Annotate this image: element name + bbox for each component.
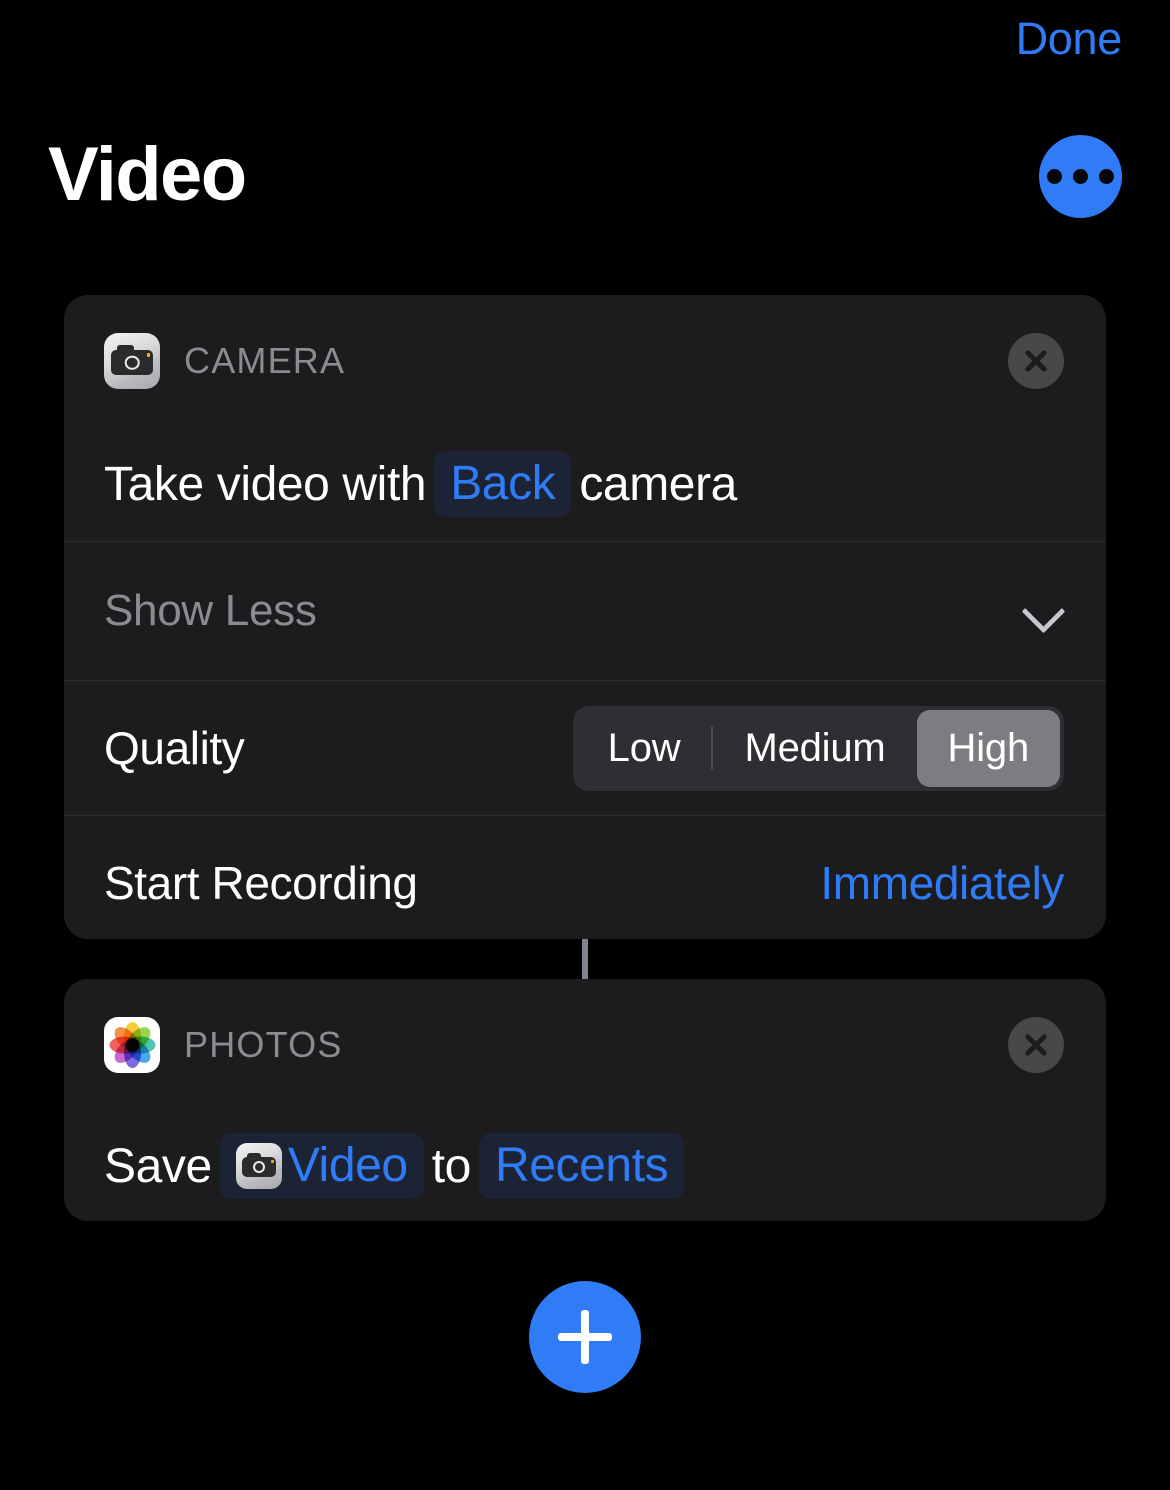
setting-value-start-recording[interactable]: Immediately xyxy=(820,856,1064,910)
segment-low[interactable]: Low xyxy=(577,710,712,787)
card-connector xyxy=(582,939,588,979)
camera-app-icon xyxy=(235,1143,282,1189)
camera-app-icon xyxy=(104,333,160,389)
camera-icon-flash xyxy=(270,1159,274,1163)
close-icon[interactable] xyxy=(1008,333,1064,389)
show-less-toggle[interactable]: Show Less xyxy=(64,542,1106,680)
action-card-photos[interactable]: PHOTOS Save Video to Recents xyxy=(64,979,1106,1221)
title-row: Video xyxy=(48,120,1122,230)
photos-app-icon xyxy=(104,1017,160,1073)
ellipsis-dot xyxy=(1073,169,1088,184)
add-action-button[interactable] xyxy=(529,1281,641,1393)
card-app-name: PHOTOS xyxy=(184,1024,343,1065)
action-text-after: camera xyxy=(579,457,737,511)
action-text-middle: to xyxy=(431,1139,472,1193)
action-card-camera[interactable]: CAMERA Take video with Back camera Show … xyxy=(64,295,1106,939)
camera-icon-lens xyxy=(252,1161,265,1174)
page-title: Video xyxy=(48,132,247,217)
action-text-before: Take video with xyxy=(104,457,427,511)
video-variable-token[interactable]: Video xyxy=(219,1133,424,1199)
camera-icon-lens xyxy=(124,355,140,370)
setting-row-quality: Quality Low Medium High xyxy=(64,681,1106,815)
camera-selection-token[interactable]: Back xyxy=(434,451,572,517)
card-header: CAMERA xyxy=(64,295,1106,427)
close-icon[interactable] xyxy=(1008,1017,1064,1073)
action-save-to-album[interactable]: Save Video to Recents xyxy=(64,1111,1106,1221)
ellipsis-icon[interactable] xyxy=(1039,135,1122,218)
card-app-name: CAMERA xyxy=(184,340,346,381)
segment-high[interactable]: High xyxy=(916,709,1060,787)
video-variable-token-label: Video xyxy=(287,1139,408,1193)
segment-medium[interactable]: Medium xyxy=(713,710,916,787)
show-less-label: Show Less xyxy=(104,586,317,635)
chevron-down-icon[interactable] xyxy=(1022,590,1064,632)
setting-label-quality: Quality xyxy=(104,722,245,774)
navigation-bar: Done xyxy=(0,0,1170,105)
setting-label-start-recording: Start Recording xyxy=(104,857,418,909)
action-text-before: Save xyxy=(104,1139,212,1193)
quality-segmented-control[interactable]: Low Medium High xyxy=(572,705,1064,791)
ellipsis-dot xyxy=(1099,169,1114,184)
action-take-video[interactable]: Take video with Back camera xyxy=(64,427,1106,541)
setting-row-start-recording[interactable]: Start Recording Immediately xyxy=(64,816,1106,939)
album-selection-token[interactable]: Recents xyxy=(478,1133,685,1199)
ellipsis-dot xyxy=(1047,169,1062,184)
card-header: PHOTOS xyxy=(64,979,1106,1111)
done-button[interactable]: Done xyxy=(1016,16,1123,61)
